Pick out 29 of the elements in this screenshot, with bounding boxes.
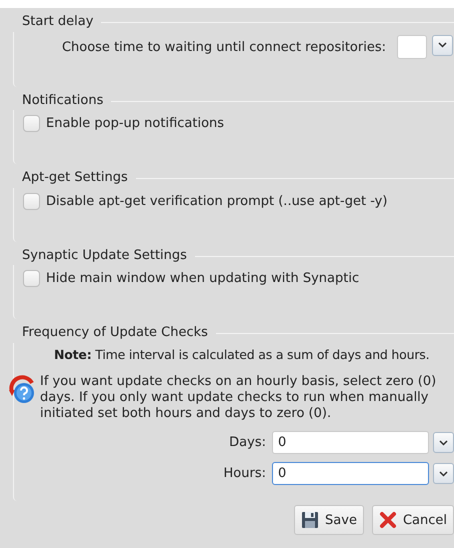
group-title: Apt-get Settings [22,169,129,187]
x-mark-icon [378,511,397,530]
number-field[interactable]: 0 [272,431,429,454]
group-title: Notifications [22,92,104,110]
group-title: Start delay [22,13,94,31]
field-label: Days: [229,434,266,452]
checkbox-option[interactable]: Hide main window when updating with Synaptic [14,265,454,319]
cancel-button[interactable]: Cancel [372,505,454,536]
save-button[interactable]: Save [294,505,364,536]
delay-label: Choose time to waiting until connect repositories: [62,38,386,56]
help-update-icon [7,375,37,406]
group-title: Synaptic Update Settings [22,246,188,264]
number-field[interactable]: 0 [272,462,429,486]
chevron-down-icon [439,440,448,446]
checkbox[interactable] [23,115,40,132]
checkbox-option[interactable]: Disable apt-get verification prompt (..use apt-get -y) [14,188,454,242]
info-text: If you want update checks on an hourly basis, select zero (0) days. If you only want update checks to run when manually initiated set both hours and days to zero (0). [40,374,438,422]
delay-field[interactable] [397,34,427,58]
note-text: Note: Time interval is calculated as a sum of days and hours. [54,346,430,364]
checkbox-option[interactable]: Enable pop-up notifications [14,110,454,164]
checkbox[interactable] [23,192,40,210]
dropdown-button[interactable] [432,34,453,56]
group-title: Frequency of Update Checks [22,324,209,342]
chevron-down-icon [438,42,447,48]
field-label: Hours: [224,465,266,483]
checkbox[interactable] [23,270,40,287]
dropdown-button[interactable] [433,432,454,454]
dropdown-button[interactable] [433,463,454,484]
chevron-down-icon [439,470,448,477]
